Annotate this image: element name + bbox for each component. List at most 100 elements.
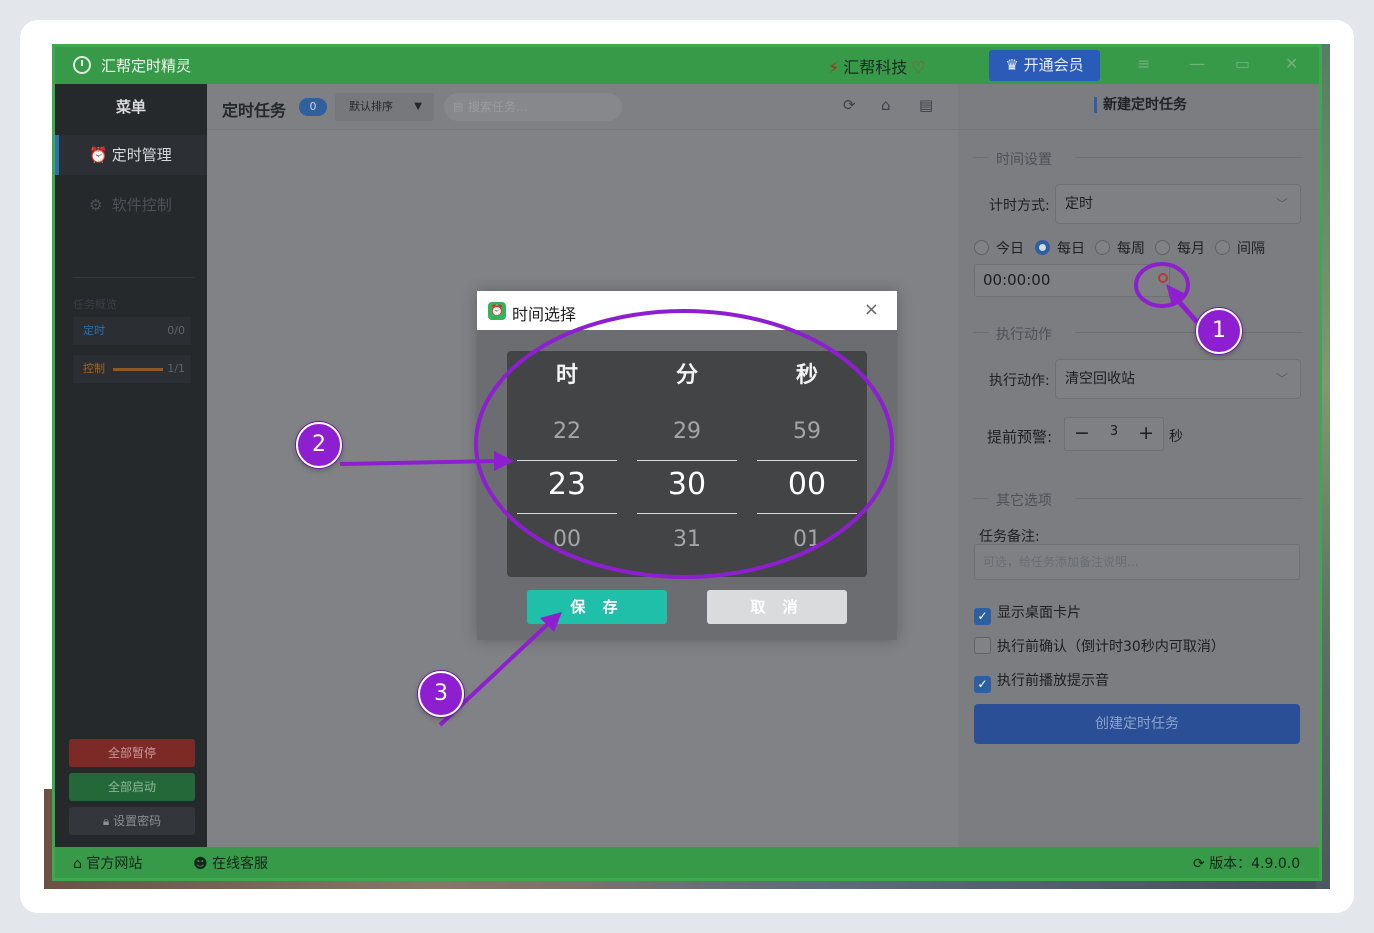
wheel-value[interactable]: 00: [507, 527, 627, 552]
search-input[interactable]: ▤ 搜索任务...: [444, 93, 622, 121]
version-label: 版本：4.9.0.0: [1209, 856, 1301, 872]
stat-value: 0/0: [167, 324, 185, 337]
support-icon: ☻: [193, 856, 213, 872]
close-icon[interactable]: ✕: [1285, 54, 1298, 73]
status-bar: ⌂ 官方网站 ☻ 在线客服 ⟳ 版本：4.9.0.0: [55, 847, 1319, 878]
radio-circle: [1035, 240, 1050, 255]
check-sound[interactable]: ✓ 执行前播放提示音: [974, 670, 1109, 693]
vip-button[interactable]: ♛ 开通会员: [989, 50, 1100, 81]
new-task-panel: 新建定时任务 时间设置 计时方式: 定时 ﹀ 今日 每日 每周 每月 间隔 00:…: [958, 84, 1319, 847]
start-all-button[interactable]: 全部启动: [69, 773, 195, 801]
stat-timer: 定时 0/0: [73, 317, 191, 345]
wheel-selected[interactable]: 30: [627, 467, 747, 502]
checkbox-unchecked: [974, 637, 991, 654]
selection-line: [637, 460, 737, 461]
section-action-label: 执行动作: [996, 327, 1052, 343]
menu-icon[interactable]: ≡: [1137, 54, 1150, 73]
check-label: 执行前确认（倒计时30秒内可取消）: [997, 639, 1225, 655]
checkbox-checked: ✓: [974, 608, 991, 625]
timing-mode-value: 定时: [1065, 196, 1093, 212]
wheel-value[interactable]: 22: [507, 419, 627, 444]
clock-picker-icon[interactable]: [1158, 273, 1168, 283]
wheel-value[interactable]: 59: [747, 419, 867, 444]
overview-title: 任务概览: [73, 298, 117, 311]
action-select[interactable]: 清空回收站 ﹀: [1055, 359, 1301, 399]
sidebar-item-label: 软件控制: [111, 196, 172, 214]
wheel-value[interactable]: 31: [627, 527, 747, 552]
save-button[interactable]: 保 存: [527, 590, 667, 624]
page-title: 定时任务: [222, 101, 287, 120]
selection-line: [757, 460, 857, 461]
heart-icon: ♡: [911, 58, 926, 77]
task-count-badge: 0: [299, 98, 327, 116]
wheel-value[interactable]: 29: [627, 419, 747, 444]
warn-label: 提前预警:: [987, 428, 1053, 446]
radio-circle: [1155, 240, 1170, 255]
maximize-icon[interactable]: ▭: [1235, 54, 1250, 73]
dialog-header: ⏰ 时间选择 ×: [477, 291, 897, 330]
warn-stepper[interactable]: − 3 +: [1064, 417, 1164, 451]
set-password-button[interactable]: 🔒︎ 设置密码: [69, 807, 195, 835]
radio-monthly[interactable]: 每月: [1155, 238, 1205, 258]
chevron-down-icon: ﹀: [1275, 197, 1288, 211]
section-time: 时间设置: [973, 149, 1303, 168]
support-link[interactable]: ☻ 在线客服: [193, 847, 268, 878]
stat-progress-bar: [113, 368, 163, 371]
action-value: 清空回收站: [1065, 371, 1135, 387]
sort-dropdown[interactable]: 默认排序 ▼: [335, 93, 434, 121]
brand-name: 汇帮科技: [843, 58, 908, 77]
set-password-label: 设置密码: [113, 814, 162, 828]
refresh-icon[interactable]: ⟳: [843, 96, 856, 114]
selection-line: [757, 513, 857, 514]
note-label: 任务备注:: [979, 529, 1040, 545]
selection-line: [517, 513, 617, 514]
clean-icon[interactable]: ⌂: [881, 96, 891, 114]
minimize-icon[interactable]: —: [1189, 54, 1205, 73]
annotation-badge-1: 1: [1196, 308, 1242, 354]
plus-icon[interactable]: +: [1138, 422, 1154, 444]
check-confirm[interactable]: 执行前确认（倒计时30秒内可取消）: [974, 636, 1225, 656]
refresh-icon: ⟳: [1193, 856, 1210, 872]
wheel-selected[interactable]: 00: [747, 467, 867, 502]
alarm-clock-icon: ⏰: [488, 302, 506, 320]
radio-interval[interactable]: 间隔: [1215, 238, 1265, 258]
timing-mode-select[interactable]: 定时 ﹀: [1055, 184, 1301, 224]
radio-weekly[interactable]: 每周: [1095, 238, 1145, 258]
cancel-button[interactable]: 取 消: [707, 590, 847, 624]
check-label: 显示桌面卡片: [997, 605, 1081, 621]
website-link[interactable]: ⌂ 官方网站: [73, 847, 142, 878]
sidebar-item-label: 定时管理: [111, 146, 172, 164]
wheel-value[interactable]: 01: [747, 527, 867, 552]
wheel-selected[interactable]: 23: [507, 467, 627, 502]
radio-label: 今日: [996, 241, 1024, 257]
search-icon: ▤: [453, 100, 464, 113]
home-icon: ⌂: [73, 856, 87, 872]
radio-label: 每周: [1117, 241, 1145, 257]
close-icon[interactable]: ×: [864, 299, 879, 320]
panel-header: 新建定时任务: [958, 84, 1319, 130]
brand-logo-icon: ⚡: [828, 58, 840, 77]
selection-line: [637, 513, 737, 514]
sidebar-item-control[interactable]: ⚙ 软件控制: [55, 185, 207, 225]
radio-daily[interactable]: 每日: [1035, 238, 1085, 258]
hour-column[interactable]: 时 22 23 00: [507, 351, 627, 577]
pause-all-button[interactable]: 全部暂停: [69, 739, 195, 767]
time-input[interactable]: 00:00:00: [974, 264, 1170, 297]
section-action: 执行动作: [973, 324, 1303, 343]
note-input[interactable]: 可选，给任务添加备注说明...: [974, 544, 1300, 580]
crown-icon: ♛: [1005, 56, 1024, 74]
timing-label: 计时方式:: [989, 198, 1050, 214]
sidebar-item-timer[interactable]: ⏰ 定时管理: [55, 135, 207, 175]
create-task-button[interactable]: 创建定时任务: [974, 704, 1300, 744]
radio-label: 每日: [1057, 241, 1085, 257]
minute-column[interactable]: 分 29 30 31: [627, 351, 747, 577]
title-bar: 汇帮定时精灵 ⚡ 汇帮科技 ♡ ♛ 开通会员 ≡ — ▭ ✕: [55, 47, 1319, 84]
log-icon[interactable]: ▤: [919, 96, 933, 114]
check-desktop-card[interactable]: ✓ 显示桌面卡片: [974, 602, 1081, 625]
radio-circle: [974, 240, 989, 255]
annotation-badge-2: 2: [296, 422, 342, 468]
radio-today[interactable]: 今日: [974, 238, 1024, 258]
second-column[interactable]: 秒 59 00 01: [747, 351, 867, 577]
column-header: 时: [555, 363, 578, 388]
vip-label: 开通会员: [1023, 56, 1084, 74]
